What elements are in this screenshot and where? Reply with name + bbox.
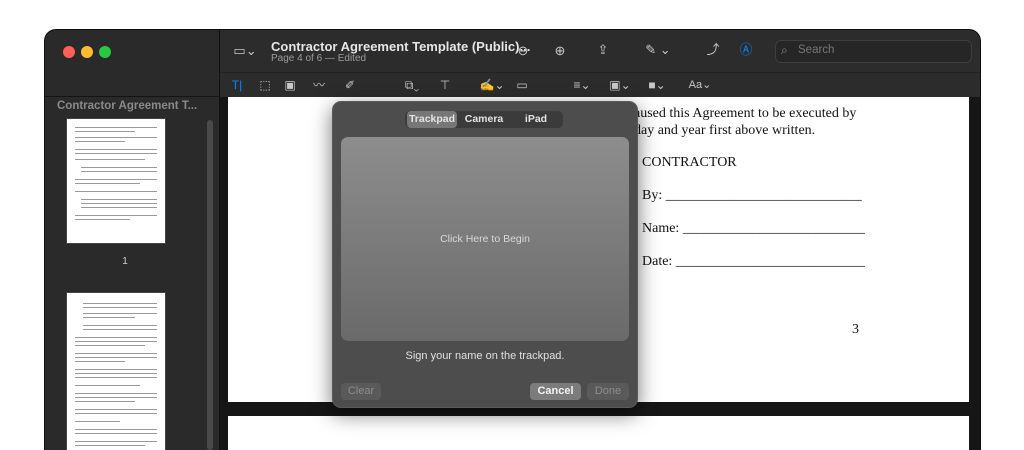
sidebar-scrollbar[interactable] (207, 120, 213, 450)
document-page-next (228, 416, 969, 450)
close-window-button[interactable] (63, 46, 75, 58)
page-number: 3 (852, 322, 859, 337)
by-signature-line: By: ____________________________ (642, 188, 862, 203)
rect-selection-icon[interactable]: ⬚ (258, 77, 272, 93)
document-title: Contractor Agreement Template (Public)..… (271, 39, 531, 54)
date-signature-line: Date: ___________________________ (642, 254, 865, 269)
done-button[interactable]: Done (587, 383, 629, 400)
text-style-icon[interactable]: Aa⌄ (686, 77, 714, 93)
tab-trackpad[interactable]: Trackpad (407, 111, 457, 128)
contractor-heading: CONTRACTOR (642, 155, 737, 170)
cancel-button[interactable]: Cancel (530, 383, 581, 400)
text-box-icon[interactable]: ⊤ (438, 77, 452, 93)
sidebar: Contractor Agreement T... 1 (45, 30, 220, 450)
doc-line: day and year first above written. (634, 123, 816, 138)
search-icon: ⌕ (781, 43, 788, 57)
sketch-icon[interactable]: 〰 (312, 77, 326, 93)
thumbnail-page-number: 1 (122, 256, 128, 267)
minimize-window-button[interactable] (81, 46, 93, 58)
tab-ipad[interactable]: iPad (511, 111, 561, 128)
signature-source-tabs: Trackpad Camera iPad (405, 111, 563, 128)
fill-color-icon[interactable]: ■⌄ (645, 77, 669, 93)
markup-icon[interactable]: ✎ ⌄ (643, 42, 673, 58)
zoom-window-button[interactable] (99, 46, 111, 58)
signature-pad[interactable]: Click Here to Begin (341, 137, 629, 341)
text-style-label: Aa (688, 79, 703, 91)
document-subtitle: Page 4 of 6 — Edited (271, 53, 367, 64)
markup-toolbar: T| ⬚ ▣ 〰 ✐ ⧉⌄ ⊤ ✍⌄ ▭ ≡⌄ ▣⌄ ■⌄ Aa⌄ (220, 72, 980, 98)
text-selection-icon[interactable]: T| (230, 77, 244, 93)
line-style-icon[interactable]: ≡⌄ (570, 77, 594, 93)
markup-circle-icon[interactable]: Ⓐ (738, 42, 754, 58)
sidebar-divider (45, 96, 219, 97)
rotate-icon[interactable]: ⤴ (705, 42, 721, 58)
pad-prompt: Click Here to Begin (440, 233, 530, 245)
shapes-icon[interactable]: ⧉⌄ (400, 77, 424, 93)
signature-instruction: Sign your name on the trackpad. (405, 350, 565, 362)
sidebar-title: Contractor Agreement T... (57, 100, 198, 112)
search-placeholder: Search (798, 44, 835, 56)
zoom-out-icon[interactable]: ⊖ (515, 43, 531, 59)
clear-button[interactable]: Clear (341, 383, 381, 400)
sidebar-toggle-icon[interactable]: ▭⌄ (232, 43, 258, 59)
border-color-icon[interactable]: ▣⌄ (608, 77, 632, 93)
zoom-in-icon[interactable]: ⊕ (552, 43, 568, 59)
note-icon[interactable]: ▭ (515, 77, 529, 93)
redact-icon[interactable]: ▣ (283, 77, 297, 93)
draw-icon[interactable]: ✐ (343, 77, 357, 93)
page-thumbnail[interactable] (66, 292, 166, 450)
tab-camera[interactable]: Camera (459, 111, 509, 128)
doc-line: aused this Agreement to be executed by (634, 106, 857, 121)
search-field[interactable]: ⌕ Search (775, 40, 972, 63)
share-icon[interactable]: ⇪ (595, 42, 611, 58)
sign-icon[interactable]: ✍⌄ (478, 77, 506, 93)
page-thumbnail[interactable] (66, 118, 166, 244)
name-signature-line: Name: __________________________ (642, 221, 865, 236)
signature-popover: Trackpad Camera iPad Click Here to Begin… (332, 101, 638, 408)
